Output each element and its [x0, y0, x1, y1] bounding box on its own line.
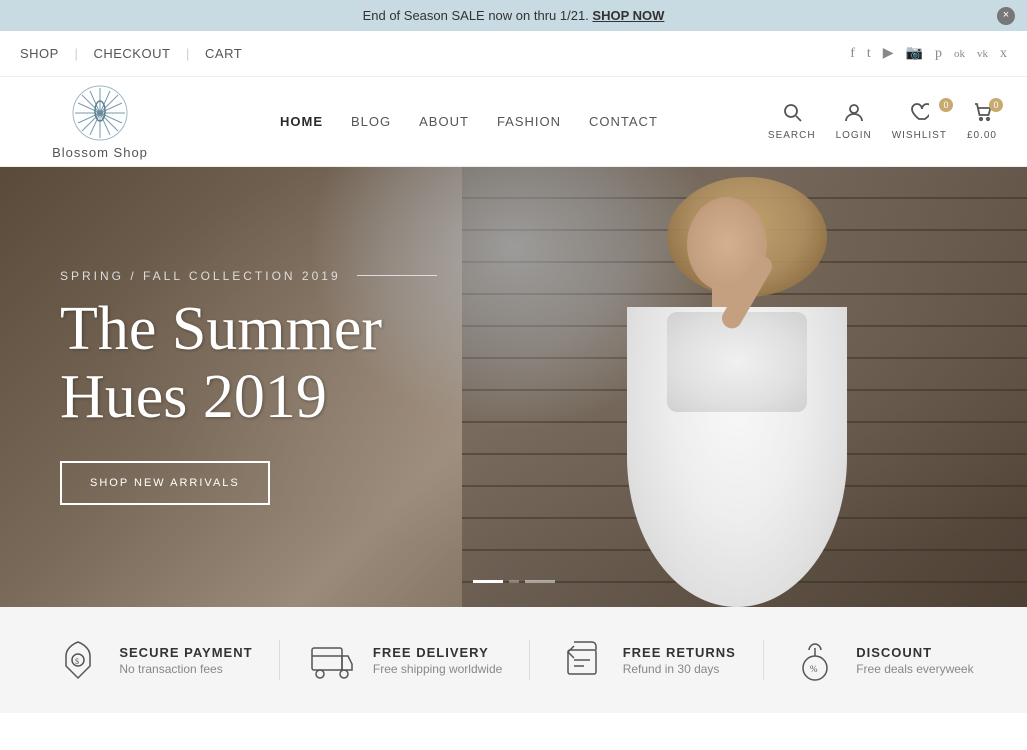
hero-dot-2[interactable]	[525, 580, 555, 583]
hero-banner: SPRING / FALL COLLECTION 2019 The Summer…	[0, 167, 1027, 607]
pinterest-icon[interactable]: p	[935, 46, 942, 62]
free-returns-subtitle: Refund in 30 days	[623, 662, 736, 676]
svg-text:$: $	[75, 657, 79, 666]
free-returns-title: FREE RETURNS	[623, 645, 736, 660]
feature-free-delivery: FREE DELIVERY Free shipping worldwide	[307, 635, 502, 685]
social-icons-bar: f t ▶ 📷 p ok vk x	[850, 45, 1007, 62]
cart-price-label: £0.00	[967, 130, 997, 141]
facebook-icon[interactable]: f	[850, 46, 855, 62]
search-icon	[782, 102, 802, 128]
login-action[interactable]: LOGIN	[836, 102, 872, 141]
odnoklassniki-icon[interactable]: ok	[954, 48, 965, 60]
feature-free-returns-text: FREE RETURNS Refund in 30 days	[623, 645, 736, 676]
feature-discount-text: DISCOUNT Free deals everyweek	[856, 645, 973, 676]
nav-contact[interactable]: CONTACT	[589, 114, 658, 129]
secondary-nav-links: SHOP | CHECKOUT | CART	[20, 46, 254, 61]
hero-cta-button[interactable]: SHOP NEW ARRIVALS	[60, 461, 270, 505]
secure-payment-icon: $	[53, 635, 103, 685]
discount-subtitle: Free deals everyweek	[856, 662, 973, 676]
nav-fashion[interactable]: FASHION	[497, 114, 561, 129]
logo-icon	[70, 83, 130, 143]
cart-action[interactable]: 0 £0.00	[967, 102, 997, 141]
youtube-icon[interactable]: ▶	[883, 45, 894, 62]
nav-about[interactable]: ABOUT	[419, 114, 469, 129]
feature-free-delivery-text: FREE DELIVERY Free shipping worldwide	[373, 645, 502, 676]
header-actions: SEARCH LOGIN 0 WISHLIST	[768, 102, 997, 141]
main-nav: HOME BLOG ABOUT FASHION CONTACT	[280, 114, 658, 129]
free-delivery-icon	[307, 635, 357, 685]
announcement-text: End of Season SALE now on thru 1/21.	[363, 8, 589, 23]
feature-secure-payment-text: SECURE PAYMENT No transaction fees	[119, 645, 252, 676]
hero-dot-separator	[509, 580, 519, 583]
svg-text:%: %	[810, 664, 818, 674]
logo-text: Blossom Shop	[52, 145, 148, 160]
feature-free-returns: FREE RETURNS Refund in 30 days	[557, 635, 736, 685]
wishlist-badge: 0	[939, 98, 953, 112]
secondary-nav: SHOP | CHECKOUT | CART f t ▶ 📷 p ok vk x	[0, 31, 1027, 77]
free-returns-icon	[557, 635, 607, 685]
main-header: Blossom Shop HOME BLOG ABOUT FASHION CON…	[0, 77, 1027, 167]
announcement-bar: End of Season SALE now on thru 1/21. SHO…	[0, 0, 1027, 31]
twitter-icon[interactable]: t	[867, 46, 871, 62]
xing-icon[interactable]: x	[1000, 46, 1007, 62]
wishlist-icon	[909, 102, 929, 128]
feature-divider-3	[763, 640, 764, 680]
wishlist-label: WISHLIST	[892, 130, 947, 141]
nav-sep-1: |	[71, 46, 82, 61]
wishlist-action[interactable]: 0 WISHLIST	[892, 102, 947, 141]
hero-subtitle-line	[357, 275, 437, 276]
vk-icon[interactable]: vk	[977, 48, 988, 60]
features-bar: $ SECURE PAYMENT No transaction fees FRE…	[0, 607, 1027, 713]
nav-blog[interactable]: BLOG	[351, 114, 391, 129]
feature-discount: % DISCOUNT Free deals everyweek	[790, 635, 973, 685]
announcement-cta[interactable]: SHOP NOW	[592, 8, 664, 23]
search-label: SEARCH	[768, 130, 816, 141]
search-action[interactable]: SEARCH	[768, 102, 816, 141]
secure-payment-subtitle: No transaction fees	[119, 662, 252, 676]
cart-badge: 0	[989, 98, 1003, 112]
login-icon	[844, 102, 864, 128]
hero-subtitle: SPRING / FALL COLLECTION 2019	[60, 269, 437, 283]
cart-link[interactable]: CART	[193, 46, 254, 61]
discount-title: DISCOUNT	[856, 645, 973, 660]
hero-dot-1[interactable]	[473, 580, 503, 583]
shop-link[interactable]: SHOP	[20, 46, 71, 61]
instagram-icon[interactable]: 📷	[906, 45, 923, 62]
discount-icon: %	[790, 635, 840, 685]
hero-content: SPRING / FALL COLLECTION 2019 The Summer…	[0, 269, 437, 505]
hero-figure	[547, 167, 947, 607]
hero-title: The Summer Hues 2019	[60, 295, 437, 431]
nav-sep-2: |	[182, 46, 193, 61]
announcement-close-button[interactable]: ×	[997, 7, 1015, 25]
login-label: LOGIN	[836, 130, 872, 141]
free-delivery-title: FREE DELIVERY	[373, 645, 502, 660]
checkout-link[interactable]: CHECKOUT	[81, 46, 182, 61]
secure-payment-title: SECURE PAYMENT	[119, 645, 252, 660]
hero-slider-dots	[473, 580, 555, 583]
free-delivery-subtitle: Free shipping worldwide	[373, 662, 502, 676]
feature-divider-2	[529, 640, 530, 680]
feature-divider-1	[279, 640, 280, 680]
nav-home[interactable]: HOME	[280, 114, 323, 129]
logo-area[interactable]: Blossom Shop	[30, 83, 170, 160]
feature-secure-payment: $ SECURE PAYMENT No transaction fees	[53, 635, 252, 685]
